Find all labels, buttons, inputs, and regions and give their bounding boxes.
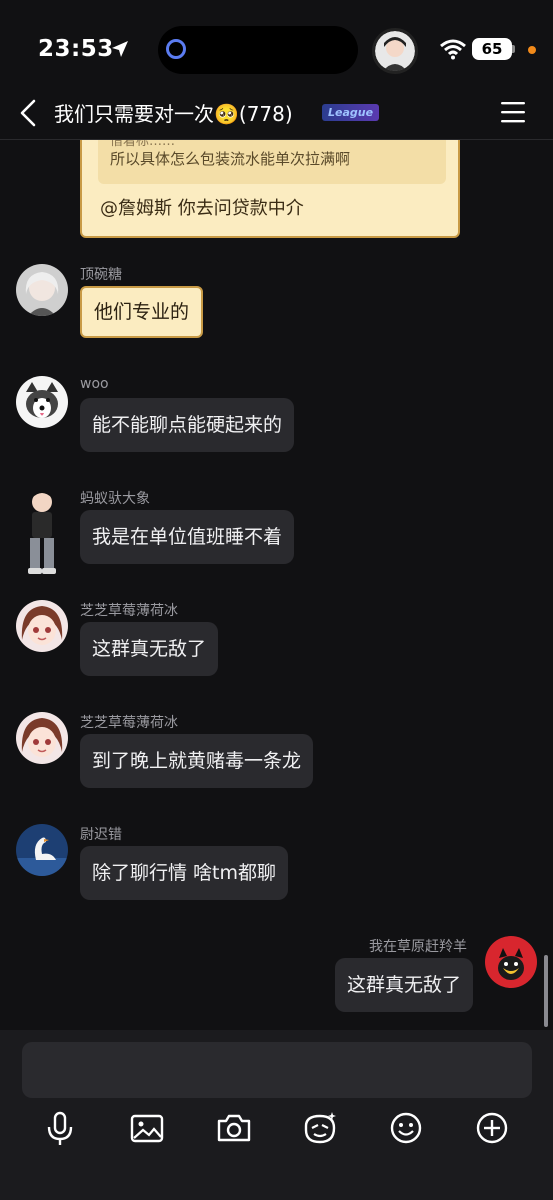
scrollbar[interactable] [544,955,548,1027]
battery-tip [512,45,515,53]
back-icon[interactable] [16,98,40,128]
island-avatar [372,28,418,74]
sender-name: 我在草原赶羚羊 [369,939,467,955]
chat-title[interactable]: 我们只需要对一次🥺(778) [54,98,293,127]
status-time: 23:53 [38,36,114,62]
island-app-icon [166,39,186,59]
status-bar: 23:53 65 [0,0,553,90]
message-bubble[interactable]: 这群真无敌了 [80,622,219,676]
message-input[interactable] [22,1042,532,1098]
battery-indicator: 65 [472,38,512,60]
input-bar [0,1030,553,1200]
message-bubble[interactable]: 我是在单位值班睡不着 [80,510,295,564]
plus-icon [476,1112,508,1144]
dynamic-island [158,26,358,74]
image-button[interactable] [127,1108,167,1148]
quoted-message-cut-text: 借着标…… [110,140,176,149]
message-list[interactable]: 借着标…… 所以具体怎么包装流水能单次拉满啊 @詹姆斯 你去问贷款中介 顶碗糖 … [0,140,553,1030]
avatar[interactable] [16,824,68,876]
privacy-indicator [528,46,536,54]
camera-icon [217,1114,251,1142]
sender-name: 芝芝草莓薄荷冰 [80,603,178,619]
sticker-icon [304,1112,336,1144]
microphone-button[interactable] [40,1108,80,1148]
camera-button[interactable] [214,1108,254,1148]
menu-icon[interactable] [500,100,526,124]
message-text: @詹姆斯 你去问贷款中介 [100,198,304,219]
emoji-icon [390,1112,422,1144]
wifi-icon [440,39,466,60]
group-level-badge: League [322,104,380,121]
avatar[interactable] [16,376,68,428]
more-button[interactable] [472,1108,512,1148]
chat-header: 我们只需要对一次🥺(778) League [0,86,553,140]
message-bubble[interactable]: 到了晚上就黄赌毒一条龙 [80,734,314,788]
message-bubble[interactable]: 能不能聊点能硬起来的 [80,398,295,452]
message-bubble[interactable]: 这群真无敌了 [334,958,473,1012]
image-icon [130,1114,164,1143]
sender-name: 蚂蚁驮大象 [80,491,150,507]
sender-name: 顶碗糖 [80,267,122,283]
avatar[interactable] [485,936,537,988]
sender-name: 芝芝草莓薄荷冰 [80,715,178,731]
avatar[interactable] [16,488,68,578]
message-bubble[interactable]: 他们专业的 [80,286,204,338]
emoji-button[interactable] [386,1108,426,1148]
sticker-button[interactable] [300,1108,340,1148]
quoted-message-text: 所以具体怎么包装流水能单次拉满啊 [110,150,351,168]
location-arrow-icon [112,41,128,57]
sender-name: 尉迟错 [80,827,122,843]
avatar[interactable] [16,600,68,652]
quoted-message[interactable]: 借着标…… 所以具体怎么包装流水能单次拉满啊 [98,140,446,184]
avatar[interactable] [16,712,68,764]
sender-name: woo [80,376,109,392]
avatar[interactable] [16,264,68,316]
message-bubble[interactable]: 除了聊行情 啥tm都聊 [80,846,288,900]
message-bubble-yellow[interactable]: 借着标…… 所以具体怎么包装流水能单次拉满啊 @詹姆斯 你去问贷款中介 [80,140,460,238]
microphone-icon [47,1111,73,1145]
